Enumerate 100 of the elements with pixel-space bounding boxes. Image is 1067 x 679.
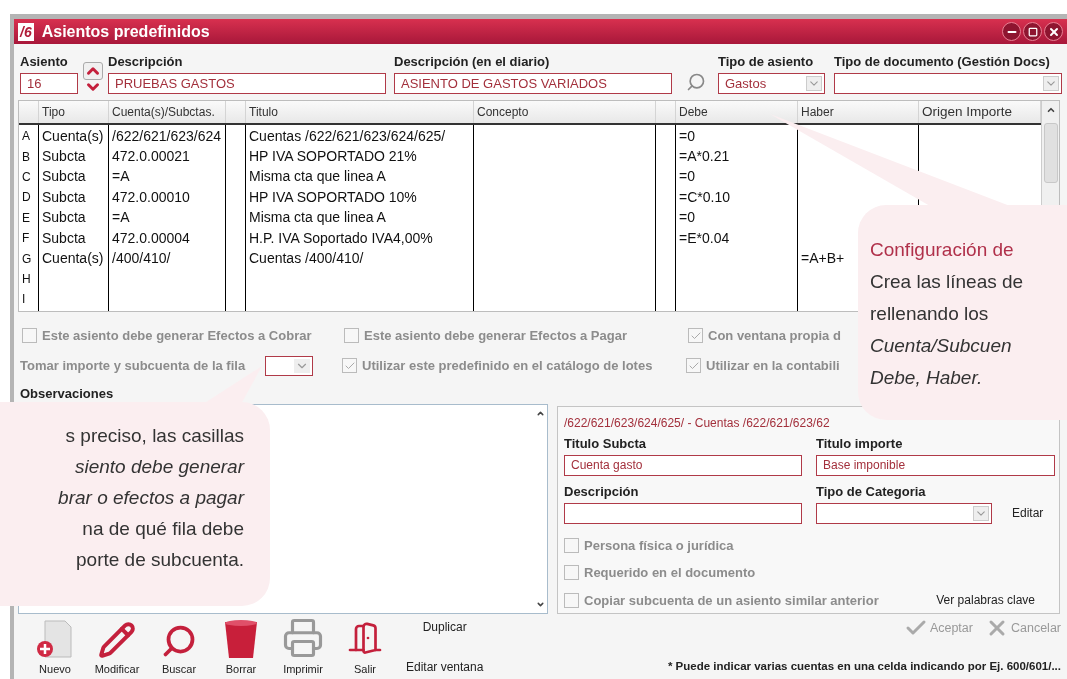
link[interactable]: Duplicar [422, 617, 467, 636]
table-cell-text: 472.0.00010 [112, 187, 190, 207]
category-dropdown[interactable] [816, 502, 992, 524]
table-cell-text: =0 [679, 126, 695, 146]
edit-link[interactable]: Editar [1012, 504, 1044, 522]
field-label: Descripción [108, 54, 184, 70]
column-header[interactable]: Concepto [477, 103, 529, 121]
maximize-icon [1027, 26, 1038, 37]
checkbox-label: Este asiento debe generar Efectos a Pagar [364, 327, 627, 345]
field-label: Descripción (en el diario) [394, 54, 551, 70]
table-cell-text: 472.0.00021 [112, 147, 190, 167]
entry-type-dropdown[interactable]: Gastos [718, 73, 825, 94]
close-icon [1047, 25, 1060, 38]
toolbar-button[interactable]: Borrar [210, 619, 272, 678]
table-cell-text: Cuentas /400/410/ [249, 249, 364, 269]
table-cell-text: =A [112, 208, 130, 228]
checkbox-label: Este asiento debe generar Efectos a Cobrar [42, 327, 312, 345]
field-label: Titulo importe [816, 435, 904, 452]
column-header[interactable]: Origen Importe [922, 101, 1013, 123]
field-label: Tipo de asiento [718, 54, 815, 70]
field-label: Tipo de documento (Gestión Docs) [834, 54, 1051, 70]
magnifier-icon [161, 623, 197, 659]
close-button[interactable] [1044, 22, 1063, 41]
row-selector-label: Tomar importe y subcuenta de la fila [20, 356, 246, 375]
toolbar-button[interactable]: Nuevo [24, 619, 86, 678]
panel-heading: /622/621/623/624/625/ - Cuentas /622/621/623/62 [564, 414, 831, 432]
callout-text: Configuración de Crea las líneas de rellenando los Cuenta/Subcuen Debe, Haber. [870, 238, 1025, 390]
keywords-link[interactable]: Ver palabras clave [936, 591, 1035, 610]
table-cell-text: /622/621/623/624 [112, 126, 221, 146]
table-cell-text: =0 [679, 208, 695, 228]
journal-description-field[interactable]: ASIENTO DE GASTOS VARIADOS [394, 73, 672, 94]
toolbar-button[interactable]: Modificar [86, 621, 148, 678]
table-cell-text: Cuentas /622/621/623/624/625/ [249, 126, 446, 146]
checkbox-label: Requerido en el documento [584, 564, 756, 582]
search-icon[interactable] [686, 72, 706, 92]
table-cell-text: Misma cta que linea A [249, 167, 386, 187]
table-cell-text: Subcta [42, 147, 86, 167]
row-letter: B [22, 148, 30, 166]
pencil-icon [98, 621, 136, 659]
table-cell-text: Subcta [42, 167, 86, 187]
table-cell-text: Subcta [42, 228, 86, 248]
document-type-dropdown[interactable] [834, 73, 1062, 94]
table-cell-text: =A [112, 167, 130, 187]
link[interactable]: Editar ventana [406, 657, 484, 676]
subaccount-title-field[interactable]: Cuenta gasto [564, 454, 802, 476]
field-label: Asiento [20, 54, 69, 70]
table-cell-text: Subcta [42, 208, 86, 228]
table-cell-text: /400/410/ [112, 249, 171, 269]
checkbox-label: Copiar subcuenta de un asiento similar anterior [584, 591, 879, 610]
window-title: Asientos predefinidos [41, 21, 211, 42]
printer-icon [282, 617, 324, 659]
field-label: Observaciones [20, 385, 115, 402]
row-letter: H [22, 270, 31, 288]
field-label: Descripción [564, 483, 640, 500]
row-letter: C [22, 168, 31, 186]
scroll-up-icon[interactable] [1045, 105, 1056, 115]
column-header[interactable]: Haber [801, 103, 834, 121]
amount-title-field[interactable]: Base imponible [816, 454, 1055, 476]
row-letter: E [22, 209, 30, 227]
column-header[interactable]: Debe [679, 103, 708, 121]
column-header[interactable]: Cuenta(s)/Subctas. [112, 103, 215, 121]
description-field[interactable]: PRUEBAS GASTOS [108, 73, 386, 94]
table-cell-text: =E*0.04 [679, 228, 730, 248]
maximize-button[interactable] [1023, 22, 1042, 41]
checkbox-label: Utilizar en la contabili [706, 356, 840, 375]
table-cell-text: =0 [679, 167, 695, 187]
column-header[interactable]: Tipo [42, 103, 65, 121]
minimize-button[interactable] [1002, 22, 1021, 41]
checkbox-label: Utilizar este predefinido en el catálogo de lotes [362, 356, 653, 375]
column-header[interactable]: Titulo [249, 103, 278, 121]
table-cell-text: 472.0.00004 [112, 228, 190, 248]
table-cell-text: Misma cta que linea A [249, 208, 386, 228]
table-cell-text: =A+B+ [801, 249, 845, 269]
row-selector-dropdown[interactable] [265, 355, 314, 376]
row-letter: I [22, 291, 26, 309]
table-cell-text: =A*0.21 [679, 147, 730, 167]
row-letter: A [22, 128, 30, 146]
toolbar-button[interactable]: Salir [334, 617, 396, 678]
toolbar-button[interactable]: Imprimir [272, 617, 334, 678]
description-field[interactable] [564, 502, 802, 524]
row-letter: G [22, 250, 32, 268]
previous-button[interactable] [83, 62, 103, 80]
table-cell-text: =C*0.10 [679, 187, 730, 207]
row-letter: F [22, 230, 30, 248]
table-cell-text: HP IVA SOPORTADO 21% [249, 147, 417, 167]
bin-icon [224, 619, 258, 659]
table-cell-text: HP IVA SOPORTADO 10% [249, 187, 417, 207]
footnote: * Puede indicar varias cuentas en una celda indicando por Ej. 600/601/... [667, 659, 1061, 675]
new-document-icon [35, 619, 75, 659]
checkbox-label: Persona física o jurídica [584, 536, 734, 555]
field-label: Titulo Subcta [564, 435, 648, 452]
table-cell-text: Subcta [42, 187, 86, 207]
table-cell-text: H.P. IVA Soportado IVA4,00% [249, 228, 433, 248]
field-label: Tipo de Categoria [816, 483, 927, 500]
row-letter: D [22, 189, 31, 207]
toolbar-button[interactable]: Buscar [148, 623, 210, 678]
checkbox-label: Con ventana propia d [708, 327, 841, 345]
app-logo: /6 [18, 22, 34, 41]
entry-number-field[interactable]: 16 [20, 73, 78, 94]
table-cell-text: Cuenta(s) [42, 249, 104, 269]
